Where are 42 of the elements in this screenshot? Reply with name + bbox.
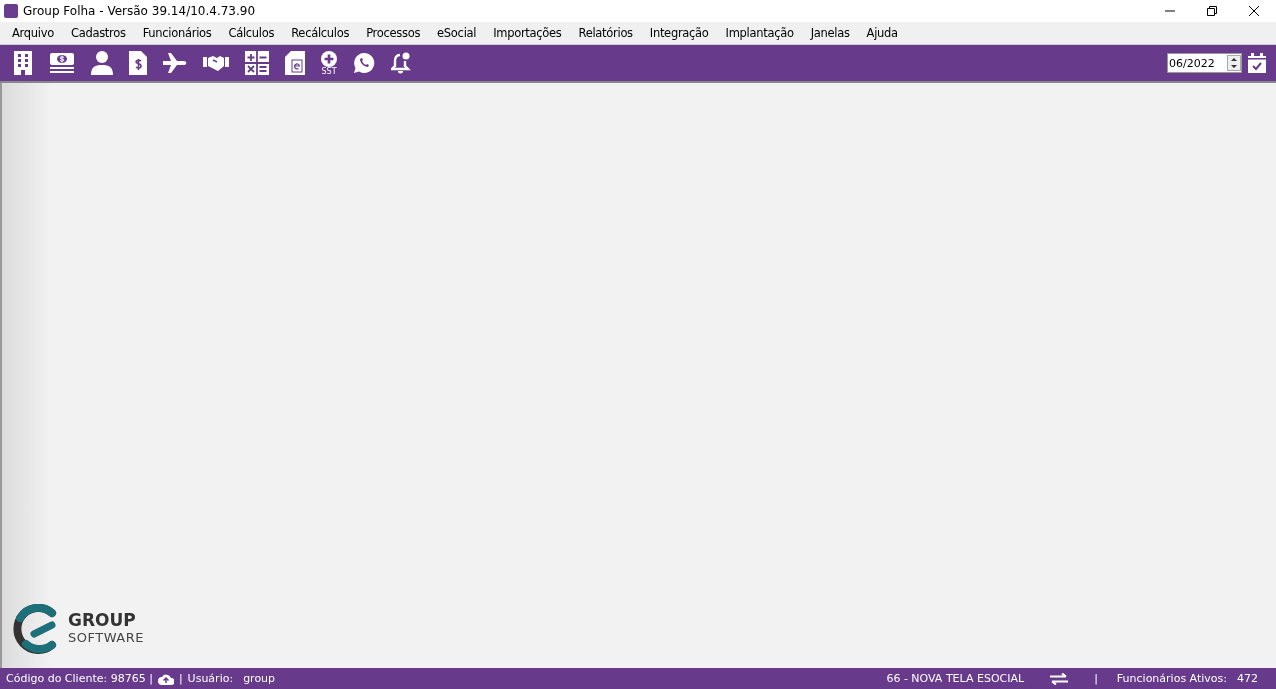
employees-count: 472 [1237,672,1258,685]
period-field[interactable]: 06/2022 [1167,53,1242,73]
phone-chat-icon[interactable] [353,52,375,74]
building-icon[interactable] [13,51,33,75]
menu-item[interactable]: Ajuda [866,26,898,40]
menu-item[interactable]: eSocial [437,26,477,40]
menu-item[interactable]: Cadastros [70,26,126,40]
close-icon[interactable] [1248,5,1260,17]
person-icon[interactable] [91,51,113,75]
calculator-icon[interactable] [245,51,269,75]
airplane-icon[interactable] [163,53,187,73]
menu-item[interactable]: Importações [493,26,562,40]
menu-item[interactable]: Implantação [725,26,794,40]
restore-icon[interactable] [1206,5,1218,17]
document-icon[interactable] [285,51,305,75]
swap-arrows-icon[interactable] [1049,672,1070,685]
cloud-upload-icon[interactable] [157,672,174,685]
menu-item[interactable]: Integração [649,26,709,40]
screen-info: 66 - NOVA TELA ESOCIAL [886,672,1025,685]
client-code: Código do Cliente: 98765 | [6,672,153,685]
menu-item[interactable]: Cálculos [228,26,275,40]
window-title: Group Folha - Versão 39.14/10.4.73.90 [23,4,257,18]
spinner-icon[interactable] [1227,55,1241,71]
menu-item[interactable]: Arquivo [12,26,54,40]
employees-label: Funcionários Ativos: [1116,672,1227,685]
plus-circle-icon[interactable] [321,50,337,67]
money-stack-icon[interactable] [49,52,75,74]
separator: | [1094,672,1098,685]
menu-item[interactable]: Relatórios [578,26,633,40]
calendar-check-icon[interactable] [1248,53,1266,73]
logo-title: GROUP [68,612,137,629]
logo-subtitle: SOFTWARE [68,629,144,646]
user-label: Usuário: [187,672,234,685]
menu-item[interactable]: Processos [366,26,421,40]
bell-icon[interactable] [391,52,411,74]
menu-item[interactable]: Funcionários [142,26,212,40]
user-name: group [243,672,276,685]
menu-item[interactable]: Janelas [810,26,850,40]
sst-label: SST [321,66,337,76]
menu-item[interactable]: Recálculos [291,26,350,40]
invoice-icon[interactable] [129,51,147,75]
separator: | [178,672,183,685]
